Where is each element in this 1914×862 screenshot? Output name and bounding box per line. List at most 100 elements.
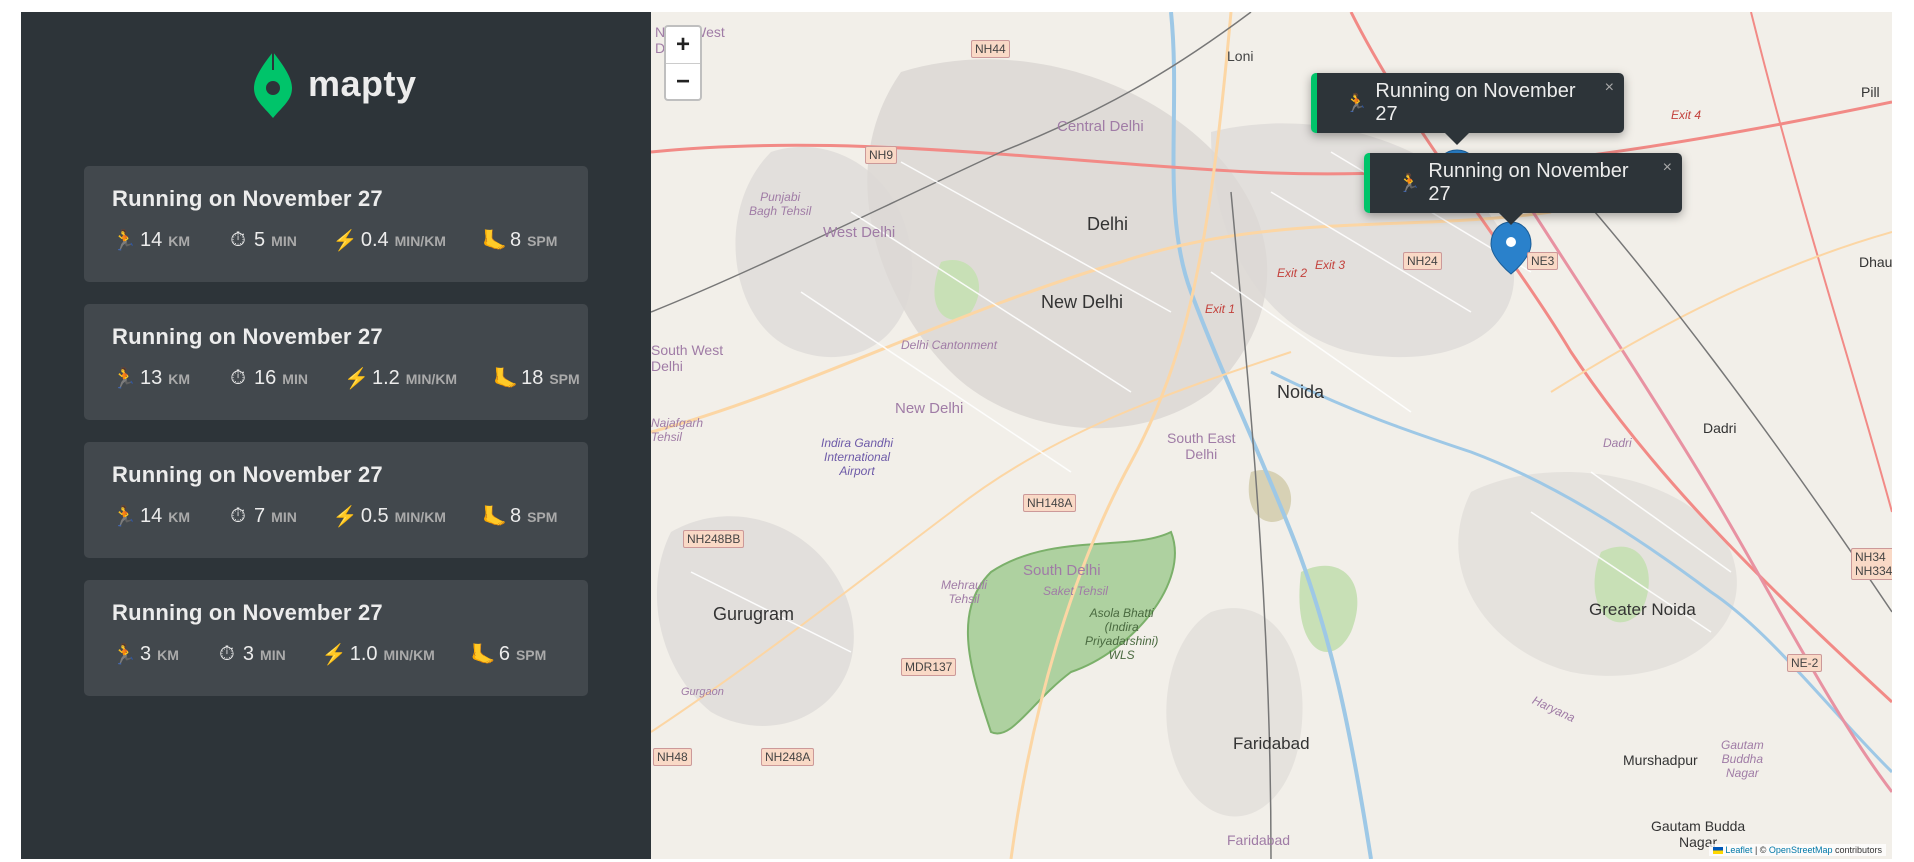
pace-unit: min/km (394, 232, 446, 249)
popup-title: Running on November 27 (1375, 80, 1576, 125)
cadence-unit: spm (549, 370, 580, 387)
road-shield-nh248a: NH248A (761, 748, 815, 766)
popup-close-button[interactable]: × (1663, 159, 1672, 177)
pace-value: 0.5 (360, 505, 389, 527)
zoom-out-button[interactable]: − (666, 63, 700, 99)
pace-value: 1.2 (371, 367, 400, 389)
workout-item[interactable]: Running on November 27 🏃 3 km ⏱ 3 min ⚡ (84, 580, 588, 696)
workout-pace: ⚡ 0.4 min/km (333, 228, 446, 253)
popup-close-button[interactable]: × (1605, 79, 1614, 97)
popup-tip (1499, 213, 1523, 225)
cadence-unit: spm (527, 508, 558, 525)
map-label-igi-airport: Indira Gandhi International Airport (821, 436, 894, 478)
duration-unit: min (271, 508, 297, 525)
map-label-dhau: Dhau (1859, 254, 1892, 270)
workout-cadence: 🦶 8 spm (482, 228, 557, 253)
road-shield-nh248bb: NH248BB (683, 530, 745, 548)
workout-title: Running on November 27 (112, 186, 383, 211)
attribution-separator: | © (1752, 845, 1769, 855)
map-label-south-west-delhi: South West Delhi (651, 342, 724, 374)
road-shield-nh9: NH9 (865, 146, 898, 164)
duration-unit: min (271, 232, 297, 249)
workout-distance: 🏃 14 km (112, 504, 190, 529)
duration-value: 7 (254, 505, 266, 527)
running-icon: 🏃 (112, 368, 137, 390)
pace-unit: min/km (394, 508, 446, 525)
duration-unit: min (260, 646, 286, 663)
cadence-value: 18 (521, 367, 544, 389)
duration-value: 16 (254, 367, 277, 389)
foot-icon: 🦶 (481, 230, 507, 252)
map-label-west-delhi: West Delhi (823, 224, 896, 241)
running-icon: 🏃 (112, 230, 137, 252)
distance-value: 14 (140, 505, 163, 527)
zoom-in-button[interactable]: + (666, 27, 700, 63)
distance-unit: km (168, 232, 191, 249)
map-label-murshadpur: Murshadpur (1623, 752, 1698, 768)
map-label-dadri: Dadri (1703, 420, 1737, 436)
map-label-dadri-2: Dadri (1603, 436, 1632, 450)
workout-item[interactable]: Running on November 27 🏃 14 km ⏱ 5 min ⚡ (84, 166, 588, 282)
cadence-value: 8 (509, 229, 522, 251)
map[interactable]: North WestDelhi Loni Central Delhi Punja… (651, 12, 1892, 859)
workout-duration: ⏱ 3 min (215, 643, 286, 666)
stopwatch-icon: ⏱ (230, 229, 246, 251)
map-label-gurgaon: Gurgaon (681, 686, 724, 698)
cadence-unit: spm (515, 646, 547, 663)
workout-cadence: 🦶 8 spm (482, 504, 557, 529)
map-label-new-delhi-2: New Delhi (895, 400, 964, 417)
map-label-gautam-buddha-nagar: Gautam Buddha Nagar (1721, 738, 1764, 780)
openstreetmap-link[interactable]: OpenStreetMap (1769, 845, 1833, 855)
foot-icon: 🦶 (470, 644, 496, 666)
zoom-control: + − (664, 25, 702, 101)
map-label-delhi-cantonment: Delhi Cantonment (901, 338, 998, 352)
road-shield-mdr137: MDR137 (901, 658, 957, 676)
pace-unit: min/km (405, 370, 458, 387)
logo-text: mapty (308, 63, 417, 104)
map-label-greater-noida: Greater Noida (1589, 600, 1696, 619)
map-label-punjabi-bagh: Punjabi Bagh Tehsil (749, 190, 812, 218)
pace-value: 0.4 (360, 229, 389, 251)
workout-details: 🏃 13 km ⏱ 16 min ⚡ 1.2 min/km (112, 366, 580, 391)
workouts-list: Running on November 27 🏃 14 km ⏱ 5 min ⚡ (84, 166, 588, 718)
map-label-exit-4: Exit 4 (1671, 108, 1702, 122)
leaflet-link[interactable]: Leaflet (1725, 845, 1752, 855)
running-icon: 🏃 (112, 506, 137, 528)
map-attribution: Leaflet | © OpenStreetMap contributors (1708, 844, 1886, 856)
sidebar: mapty Running on November 27 🏃 14 km ⏱ 5… (21, 12, 651, 859)
workout-distance: 🏃 13 km (112, 366, 190, 391)
stopwatch-icon: ⏱ (219, 643, 235, 665)
workout-item[interactable]: Running on November 27 🏃 14 km ⏱ 7 min ⚡ (84, 442, 588, 558)
pace-unit: min/km (383, 646, 435, 663)
duration-value: 5 (254, 229, 266, 251)
workout-details: 🏃 14 km ⏱ 7 min ⚡ 0.5 min/km (112, 504, 560, 529)
distance-unit: km (168, 370, 191, 387)
road-shield-nh24: NH24 (1403, 252, 1442, 270)
road-shield-ne2: NE-2 (1787, 654, 1823, 672)
workout-popup[interactable]: 🏃 Running on November 27 × (1364, 153, 1682, 213)
app: mapty Running on November 27 🏃 14 km ⏱ 5… (21, 12, 1892, 859)
popup-title: Running on November 27 (1428, 160, 1629, 205)
distance-value: 14 (140, 229, 163, 251)
lightning-icon: ⚡ (343, 368, 369, 390)
running-icon: 🏃 (112, 644, 137, 666)
cadence-unit: spm (527, 232, 558, 249)
road-shield-ne3: NE3 (1527, 252, 1559, 270)
foot-icon: 🦶 (493, 368, 518, 390)
foot-icon: 🦶 (481, 506, 507, 528)
duration-unit: min (282, 370, 308, 387)
lightning-icon: ⚡ (332, 230, 358, 252)
map-label-faridabad: Faridabad (1233, 734, 1310, 753)
map-label-saket: Saket Tehsil (1043, 584, 1108, 598)
distance-value: 3 (140, 643, 152, 665)
workout-duration: ⏱ 16 min (226, 367, 308, 390)
workout-popup[interactable]: 🏃 Running on November 27 × (1311, 73, 1624, 133)
workout-cadence: 🦶 6 spm (471, 642, 546, 667)
lightning-icon: ⚡ (332, 506, 358, 528)
map-label-delhi: Delhi (1087, 214, 1129, 234)
map-label-gurugram: Gurugram (713, 604, 795, 624)
map-label-loni: Loni (1227, 48, 1254, 64)
distance-value: 13 (140, 367, 163, 389)
workout-item[interactable]: Running on November 27 🏃 13 km ⏱ 16 min … (84, 304, 588, 420)
map-pin-logo-icon (254, 52, 292, 118)
